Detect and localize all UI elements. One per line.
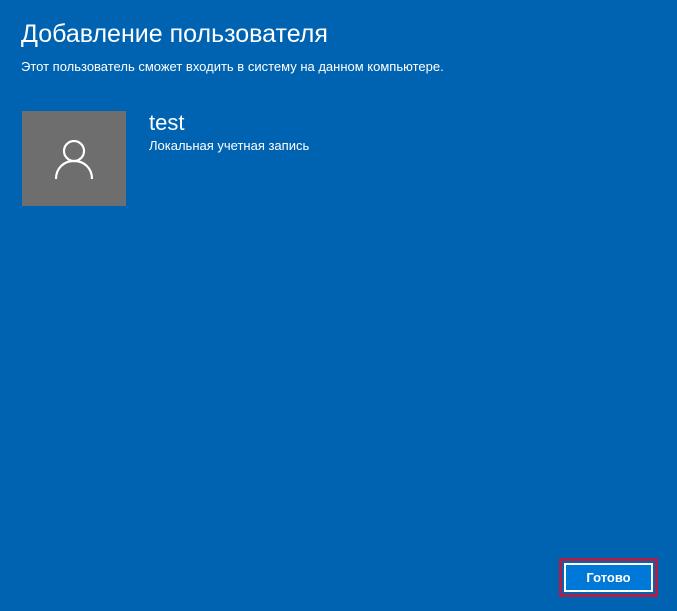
avatar <box>22 111 126 206</box>
done-button-focus-ring: Готово <box>559 558 658 597</box>
user-card: test Локальная учетная запись <box>22 110 442 206</box>
user-icon <box>54 139 94 180</box>
user-name: test <box>149 110 185 135</box>
page-title: Добавление пользователя <box>21 20 328 48</box>
done-button[interactable]: Готово <box>564 563 653 592</box>
account-type: Локальная учетная запись <box>149 138 310 153</box>
page-subtitle: Этот пользователь сможет входить в систе… <box>21 59 444 74</box>
